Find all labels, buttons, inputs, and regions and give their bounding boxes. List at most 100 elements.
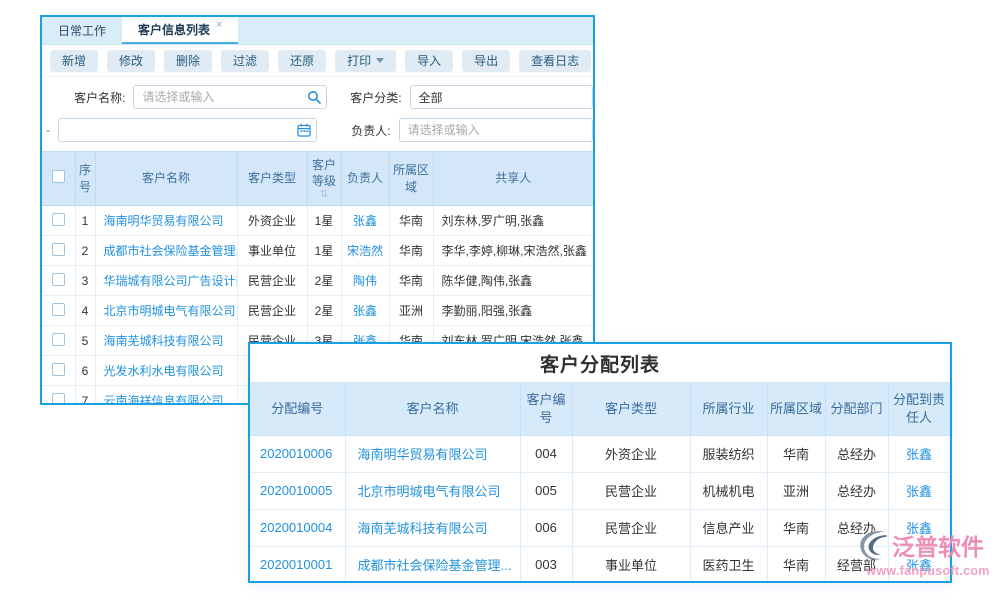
region: 华南: [767, 546, 825, 583]
allocation-row: 2020010006 海南明华贸易有限公司 004 外资企业 服装纺织 华南 总…: [250, 435, 950, 472]
fanpu-logo-icon: [856, 527, 892, 563]
customer-name-link[interactable]: 北京市明城电气有限公司: [358, 484, 501, 499]
owner-link[interactable]: 宋浩然: [347, 244, 383, 258]
allocation-id-link[interactable]: 2020010006: [260, 446, 332, 461]
col-customer-type: 客户类型: [237, 152, 307, 206]
watermark-url: www.fanpusoft.com: [856, 564, 1000, 578]
row-checkbox[interactable]: [52, 273, 65, 286]
toolbar: 新增 修改 删除 过滤 还原 打印 导入 导出 查看日志: [42, 45, 593, 77]
shared-people: 李华,李婷,柳琳,宋浩然,张鑫: [433, 236, 593, 266]
customer-level: 1星: [307, 206, 341, 236]
customer-type: 民营企业: [572, 472, 690, 509]
customer-category-select[interactable]: [410, 85, 593, 109]
select-all-checkbox[interactable]: [52, 170, 65, 183]
date-range-separator: -: [46, 123, 50, 137]
view-log-button[interactable]: 查看日志: [519, 50, 591, 72]
customer-name-input[interactable]: [133, 85, 327, 109]
delete-button[interactable]: 删除: [164, 50, 212, 72]
allocation-row: 2020010001 成都市社会保险基金管理... 003 事业单位 医药卫生 …: [250, 546, 950, 583]
allocation-dept: 总经办: [825, 472, 888, 509]
customer-code: 003: [520, 546, 572, 583]
chevron-down-icon: [376, 58, 384, 63]
edit-button[interactable]: 修改: [107, 50, 155, 72]
col-customer-type: 客户类型: [572, 383, 690, 435]
industry: 服装纺织: [690, 435, 767, 472]
export-button[interactable]: 导出: [462, 50, 510, 72]
restore-button[interactable]: 还原: [278, 50, 326, 72]
assignee-link[interactable]: 张鑫: [906, 447, 932, 462]
customer-type: 民营企业: [237, 296, 307, 326]
customer-name-link[interactable]: 华瑞城有限公司广告设计部: [104, 274, 238, 288]
owner-input[interactable]: [399, 118, 593, 142]
row-checkbox[interactable]: [52, 333, 65, 346]
sort-icon[interactable]: ⇅: [310, 190, 339, 200]
import-button[interactable]: 导入: [405, 50, 453, 72]
shared-people: 李勤丽,阳强,张鑫: [433, 296, 593, 326]
region: 华南: [389, 236, 433, 266]
owner-link[interactable]: 张鑫: [353, 214, 377, 228]
row-no: 3: [75, 266, 95, 296]
col-customer-name: 客户名称: [345, 383, 520, 435]
region: 亚洲: [389, 296, 433, 326]
row-checkbox[interactable]: [52, 393, 65, 406]
customer-type: 外资企业: [572, 435, 690, 472]
customer-code: 006: [520, 509, 572, 546]
col-no: 序号: [75, 152, 95, 206]
col-allocation-id: 分配编号: [250, 383, 345, 435]
owner-link[interactable]: 张鑫: [353, 304, 377, 318]
region: 亚洲: [767, 472, 825, 509]
row-no: 1: [75, 206, 95, 236]
customer-name-link[interactable]: 海南芜城科技有限公司: [104, 334, 224, 348]
customer-name-link[interactable]: 光发水利水电有限公司: [104, 364, 224, 378]
customer-type: 事业单位: [237, 236, 307, 266]
allocation-id-link[interactable]: 2020010004: [260, 520, 332, 535]
customer-name-link[interactable]: 云南海祥信息有限公司: [104, 394, 224, 405]
tab-customer-info-list[interactable]: 客户信息列表 ×: [122, 17, 238, 44]
assignee-link[interactable]: 张鑫: [906, 484, 932, 499]
table-row: 2 成都市社会保险基金管理... 事业单位 1星 宋浩然 华南 李华,李婷,柳琳…: [42, 236, 593, 266]
row-checkbox[interactable]: [52, 213, 65, 226]
shared-people: 刘东林,罗广明,张鑫: [433, 206, 593, 236]
col-customer-level: 客户等级⇅: [307, 152, 341, 206]
add-button[interactable]: 新增: [50, 50, 98, 72]
customer-name-link[interactable]: 海南明华贸易有限公司: [104, 214, 224, 228]
print-button[interactable]: 打印: [335, 50, 396, 72]
date-input[interactable]: [58, 118, 317, 142]
allocation-dept: 总经办: [825, 435, 888, 472]
shared-people: 陈华健,陶伟,张鑫: [433, 266, 593, 296]
customer-name-link[interactable]: 北京市明城电气有限公司: [104, 304, 236, 318]
customer-type: 外资企业: [237, 206, 307, 236]
customer-name-link[interactable]: 成都市社会保险基金管理...: [104, 244, 238, 258]
allocation-id-link[interactable]: 2020010001: [260, 557, 332, 572]
owner-link[interactable]: 陶伟: [353, 274, 377, 288]
region: 华南: [767, 509, 825, 546]
calendar-icon[interactable]: [297, 123, 311, 137]
search-icon[interactable]: [307, 90, 321, 104]
row-checkbox[interactable]: [52, 243, 65, 256]
row-checkbox[interactable]: [52, 363, 65, 376]
tab-daily-work[interactable]: 日常工作: [42, 17, 122, 44]
region: 华南: [389, 206, 433, 236]
filter-button[interactable]: 过滤: [221, 50, 269, 72]
watermark-brand: 泛普软件: [892, 528, 984, 562]
customer-name-link[interactable]: 海南明华贸易有限公司: [358, 447, 488, 462]
allocation-panel-title: 客户分配列表: [250, 344, 950, 383]
region: 华南: [767, 435, 825, 472]
col-region: 所属区域: [767, 383, 825, 435]
customer-name-link[interactable]: 成都市社会保险基金管理...: [358, 558, 512, 573]
tab-label: 客户信息列表: [138, 21, 210, 38]
customer-type: 民营企业: [237, 266, 307, 296]
customer-allocation-panel: 客户分配列表 分配编号 客户名称 客户编号 客户类型 所属行业 所属区域 分配部…: [248, 342, 952, 583]
search-area: 客户名称: 客户分类: -: [42, 77, 593, 142]
row-checkbox[interactable]: [52, 303, 65, 316]
customer-name-link[interactable]: 海南芜城科技有限公司: [358, 521, 488, 536]
close-icon[interactable]: ×: [216, 19, 222, 31]
allocation-row: 2020010004 海南芜城科技有限公司 006 民营企业 信息产业 华南 总…: [250, 509, 950, 546]
allocation-id-link[interactable]: 2020010005: [260, 483, 332, 498]
customer-code: 004: [520, 435, 572, 472]
col-shared: 共享人: [433, 152, 593, 206]
allocation-row: 2020010005 北京市明城电气有限公司 005 民营企业 机械机电 亚洲 …: [250, 472, 950, 509]
customer-level: 2星: [307, 266, 341, 296]
watermark: 泛普软件 www.fanpusoft.com: [856, 527, 1000, 578]
customer-code: 005: [520, 472, 572, 509]
